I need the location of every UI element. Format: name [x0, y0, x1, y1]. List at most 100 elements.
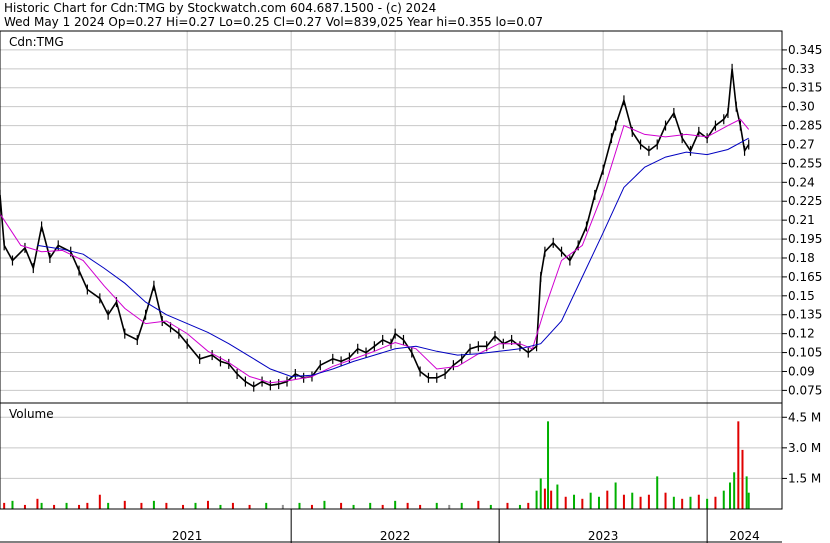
volume-bar: [98, 494, 101, 509]
volume-bar: [672, 496, 675, 509]
price-tick-label: 0.33: [788, 62, 815, 76]
volume-bar: [745, 476, 748, 509]
volume-bar: [606, 490, 609, 509]
stock-chart-canvas: 0.075 0.09 0.105 0.12 0.135 0.15 0.165 0.18 0.19…: [0, 30, 822, 543]
volume-tick-label: 1.5 M: [788, 471, 821, 485]
volume-bar: [86, 502, 89, 509]
volume-bar: [573, 494, 576, 509]
price-tick-label: 0.18: [788, 251, 815, 265]
volume-bar: [406, 502, 409, 509]
price-series: [0, 63, 750, 392]
price-tick-label: 0.24: [788, 175, 815, 189]
volume-bar: [194, 502, 197, 509]
volume-bar: [543, 488, 546, 509]
volume-bar: [647, 494, 650, 509]
price-tick-label: 0.105: [788, 346, 822, 360]
volume-bar: [65, 502, 68, 509]
price-tick-label: 0.345: [788, 43, 822, 57]
volume-bar: [165, 502, 168, 509]
volume-bar: [206, 500, 209, 509]
volume-bar: [53, 504, 56, 509]
volume-bar: [737, 421, 740, 509]
volume-bar: [681, 498, 684, 509]
volume-bar: [550, 490, 553, 509]
volume-bar: [460, 502, 463, 509]
volume-bar: [3, 502, 6, 509]
year-label: 2023: [588, 529, 619, 543]
volume-bar: [747, 492, 750, 509]
volume-bar: [622, 494, 625, 509]
year-label: 2022: [380, 529, 411, 543]
volume-bar: [722, 490, 725, 509]
volume-bar: [182, 504, 185, 509]
volume-axis-ticks: 1.5 M 3.0 M 4.5 M: [782, 410, 821, 485]
volume-bar: [614, 482, 617, 509]
price-panel-title: Cdn:TMG: [9, 35, 64, 49]
volume-bar: [506, 502, 509, 509]
price-tick-label: 0.225: [788, 194, 822, 208]
price-tick-label: 0.21: [788, 213, 815, 227]
volume-bar: [539, 478, 542, 509]
volume-bar: [152, 500, 155, 509]
year-label: 2024: [729, 529, 760, 543]
volume-bar: [298, 502, 301, 509]
volume-bar: [435, 502, 438, 509]
volume-bar: [419, 504, 422, 509]
volume-bar: [733, 472, 736, 509]
price-tick-label: 0.15: [788, 289, 815, 303]
volume-bar: [231, 502, 234, 509]
year-label: 2021: [172, 529, 203, 543]
volume-bar: [36, 498, 39, 509]
volume-bar: [23, 504, 26, 509]
volume-bar: [123, 500, 126, 509]
volume-bar: [706, 498, 709, 509]
volume-bar: [527, 502, 530, 509]
volume-bar: [631, 492, 634, 509]
price-axis-ticks: 0.075 0.09 0.105 0.12 0.135 0.15 0.165 0.18 0.19…: [782, 43, 822, 397]
volume-bar: [219, 504, 222, 509]
volume-bar: [697, 494, 700, 509]
price-tick-label: 0.12: [788, 327, 815, 341]
volume-bar: [11, 500, 14, 509]
price-tick-label: 0.09: [788, 364, 815, 378]
price-tick-label: 0.075: [788, 383, 822, 397]
volume-bar: [78, 504, 81, 509]
volume-bar: [597, 496, 600, 509]
volume-bar: [535, 490, 538, 509]
time-axis: 2021 2022 2023 2024: [0, 509, 782, 543]
volume-bar: [340, 502, 343, 509]
volume-bar: [369, 502, 372, 509]
volume-bars: [3, 421, 750, 509]
volume-bar: [310, 504, 313, 509]
volume-bar: [107, 502, 110, 509]
volume-bar: [556, 484, 559, 509]
price-tick-label: 0.255: [788, 156, 822, 170]
volume-bar: [664, 492, 667, 509]
price-tick-label: 0.165: [788, 270, 822, 284]
volume-bar: [381, 504, 384, 509]
volume-bar: [477, 500, 480, 509]
volume-tick-label: 3.0 M: [788, 441, 821, 455]
volume-bar: [489, 504, 492, 509]
price-tick-label: 0.30: [788, 100, 815, 114]
volume-bar: [394, 500, 397, 509]
volume-panel-title: Volume: [9, 407, 54, 421]
price-tick-label: 0.315: [788, 81, 822, 95]
volume-bar: [265, 502, 268, 509]
volume-bar: [547, 421, 550, 509]
volume-bar: [518, 504, 521, 509]
volume-bar: [589, 492, 592, 509]
volume-bar: [714, 496, 717, 509]
volume-bar: [140, 502, 143, 509]
volume-tick-label: 4.5 M: [788, 410, 821, 424]
volume-bar: [352, 504, 355, 509]
volume-bar: [656, 476, 659, 509]
volume-bar: [40, 502, 43, 509]
volume-bar: [281, 504, 284, 509]
volume-bar: [323, 500, 326, 509]
price-tick-label: 0.285: [788, 119, 822, 133]
price-tick-label: 0.195: [788, 232, 822, 246]
close-price-line: [0, 68, 750, 388]
volume-bar: [741, 449, 744, 509]
price-tick-label: 0.135: [788, 308, 822, 322]
